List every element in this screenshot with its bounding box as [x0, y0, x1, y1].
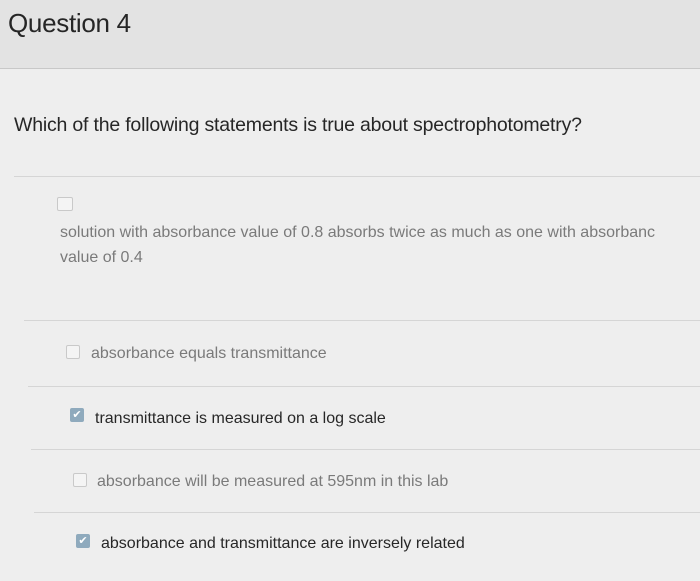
- option-0-checkbox[interactable]: [57, 197, 73, 211]
- option-1-label: absorbance equals transmittance: [91, 345, 327, 362]
- question-header: Question 4: [0, 0, 700, 69]
- question-title: Question 4: [8, 8, 131, 38]
- option-4-label: absorbance and transmittance are inverse…: [101, 535, 465, 552]
- question-prompt: Which of the following statements is tru…: [14, 114, 582, 136]
- checkmark-icon: ✔: [72, 409, 82, 421]
- option-0-label-line1: solution with absorbance value of 0.8 ab…: [60, 224, 656, 241]
- option-divider: [24, 320, 700, 321]
- option-divider: [34, 512, 700, 513]
- option-divider: [14, 176, 700, 177]
- option-0-label-line2: value of 0.4: [60, 249, 143, 266]
- option-3-checkbox[interactable]: [73, 473, 87, 487]
- option-1-checkbox[interactable]: [66, 345, 80, 359]
- option-divider: [31, 449, 700, 450]
- option-2-label: transmittance is measured on a log scale: [95, 410, 386, 427]
- option-4-checkbox[interactable]: ✔: [76, 534, 90, 548]
- option-3-label: absorbance will be measured at 595nm in …: [97, 473, 449, 490]
- option-divider: [28, 386, 700, 387]
- checkmark-icon: ✔: [78, 535, 88, 547]
- option-2-checkbox[interactable]: ✔: [70, 408, 84, 422]
